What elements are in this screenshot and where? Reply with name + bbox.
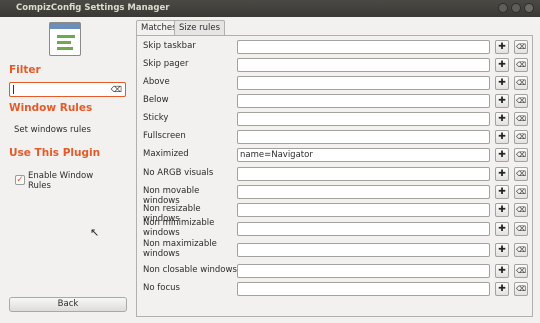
plus-icon[interactable]: ✚: [495, 243, 509, 257]
plugin-link[interactable]: Set windows rules: [14, 125, 91, 135]
match-input[interactable]: [237, 243, 490, 257]
use-plugin-heading: Use This Plugin: [9, 147, 101, 159]
match-label: No focus: [143, 283, 180, 293]
clear-icon[interactable]: ⌫: [514, 282, 528, 296]
match-input[interactable]: [237, 222, 490, 236]
match-label: Non closable windows: [143, 265, 237, 275]
plus-icon[interactable]: ✚: [495, 58, 509, 72]
clear-icon[interactable]: ⌫: [514, 94, 528, 108]
matches-panel: Skip taskbar ✚ ⌫ Skip pager ✚ ⌫ Above ✚ ⌫ Below ✚ ⌫…: [136, 35, 533, 317]
match-input[interactable]: [237, 203, 490, 217]
match-input[interactable]: [237, 94, 490, 108]
match-input[interactable]: [237, 76, 490, 90]
match-label: Fullscreen: [143, 131, 186, 141]
window-title: CompizConfig Settings Manager: [16, 3, 170, 13]
minimize-button[interactable]: [498, 3, 508, 13]
plus-icon[interactable]: ✚: [495, 185, 509, 199]
match-input[interactable]: [237, 185, 490, 199]
match-label: Below: [143, 95, 169, 105]
match-input[interactable]: [237, 167, 490, 181]
clear-icon[interactable]: ⌫: [514, 130, 528, 144]
back-button[interactable]: Back: [9, 297, 127, 312]
filter-input[interactable]: ⌫: [9, 82, 126, 97]
match-label: Sticky: [143, 113, 169, 123]
plus-icon[interactable]: ✚: [495, 130, 509, 144]
plus-icon[interactable]: ✚: [495, 222, 509, 236]
clear-filter-icon[interactable]: ⌫: [111, 85, 122, 94]
clear-icon[interactable]: ⌫: [514, 76, 528, 90]
match-label: No ARGB visuals: [143, 168, 214, 178]
match-label: Skip taskbar: [143, 41, 196, 51]
sidebar: Filter ⌫ Window Rules Set windows rules …: [0, 17, 132, 323]
tab-size-rules[interactable]: Size rules: [174, 20, 226, 35]
match-input[interactable]: name=Navigator: [237, 148, 490, 162]
maximize-button[interactable]: [511, 3, 521, 13]
match-input[interactable]: [237, 130, 490, 144]
close-button[interactable]: [524, 3, 534, 13]
mouse-pointer-icon: ↖: [90, 226, 100, 239]
match-label: Non maximizable windows: [143, 239, 217, 259]
enable-plugin-label: Enable Window Rules: [28, 171, 94, 191]
clear-icon[interactable]: ⌫: [514, 222, 528, 236]
enable-plugin-checkbox[interactable]: ✓: [15, 175, 25, 185]
match-label: Above: [143, 77, 170, 87]
match-input[interactable]: [237, 58, 490, 72]
title-bar: CompizConfig Settings Manager: [0, 0, 540, 17]
match-input[interactable]: [237, 264, 490, 278]
plus-icon[interactable]: ✚: [495, 112, 509, 126]
clear-icon[interactable]: ⌫: [514, 203, 528, 217]
window-rules-plugin-icon: [49, 22, 81, 56]
plus-icon[interactable]: ✚: [495, 203, 509, 217]
match-input[interactable]: [237, 112, 490, 126]
plus-icon[interactable]: ✚: [495, 94, 509, 108]
plus-icon[interactable]: ✚: [495, 167, 509, 181]
plus-icon[interactable]: ✚: [495, 282, 509, 296]
plus-icon[interactable]: ✚: [495, 40, 509, 54]
match-input[interactable]: [237, 40, 490, 54]
plus-icon[interactable]: ✚: [495, 76, 509, 90]
clear-icon[interactable]: ⌫: [514, 167, 528, 181]
clear-icon[interactable]: ⌫: [514, 243, 528, 257]
match-input[interactable]: [237, 282, 490, 296]
clear-icon[interactable]: ⌫: [514, 112, 528, 126]
clear-icon[interactable]: ⌫: [514, 148, 528, 162]
clear-icon[interactable]: ⌫: [514, 264, 528, 278]
match-label: Maximized: [143, 149, 189, 159]
plugin-heading: Window Rules: [9, 102, 93, 114]
settings-window: Filter ⌫ Window Rules Set windows rules …: [0, 17, 540, 323]
clear-icon[interactable]: ⌫: [514, 40, 528, 54]
filter-heading: Filter: [9, 64, 41, 76]
plus-icon[interactable]: ✚: [495, 148, 509, 162]
match-label: Non minimizable windows: [143, 218, 215, 238]
clear-icon[interactable]: ⌫: [514, 58, 528, 72]
plus-icon[interactable]: ✚: [495, 264, 509, 278]
clear-icon[interactable]: ⌫: [514, 185, 528, 199]
match-label: Skip pager: [143, 59, 189, 69]
